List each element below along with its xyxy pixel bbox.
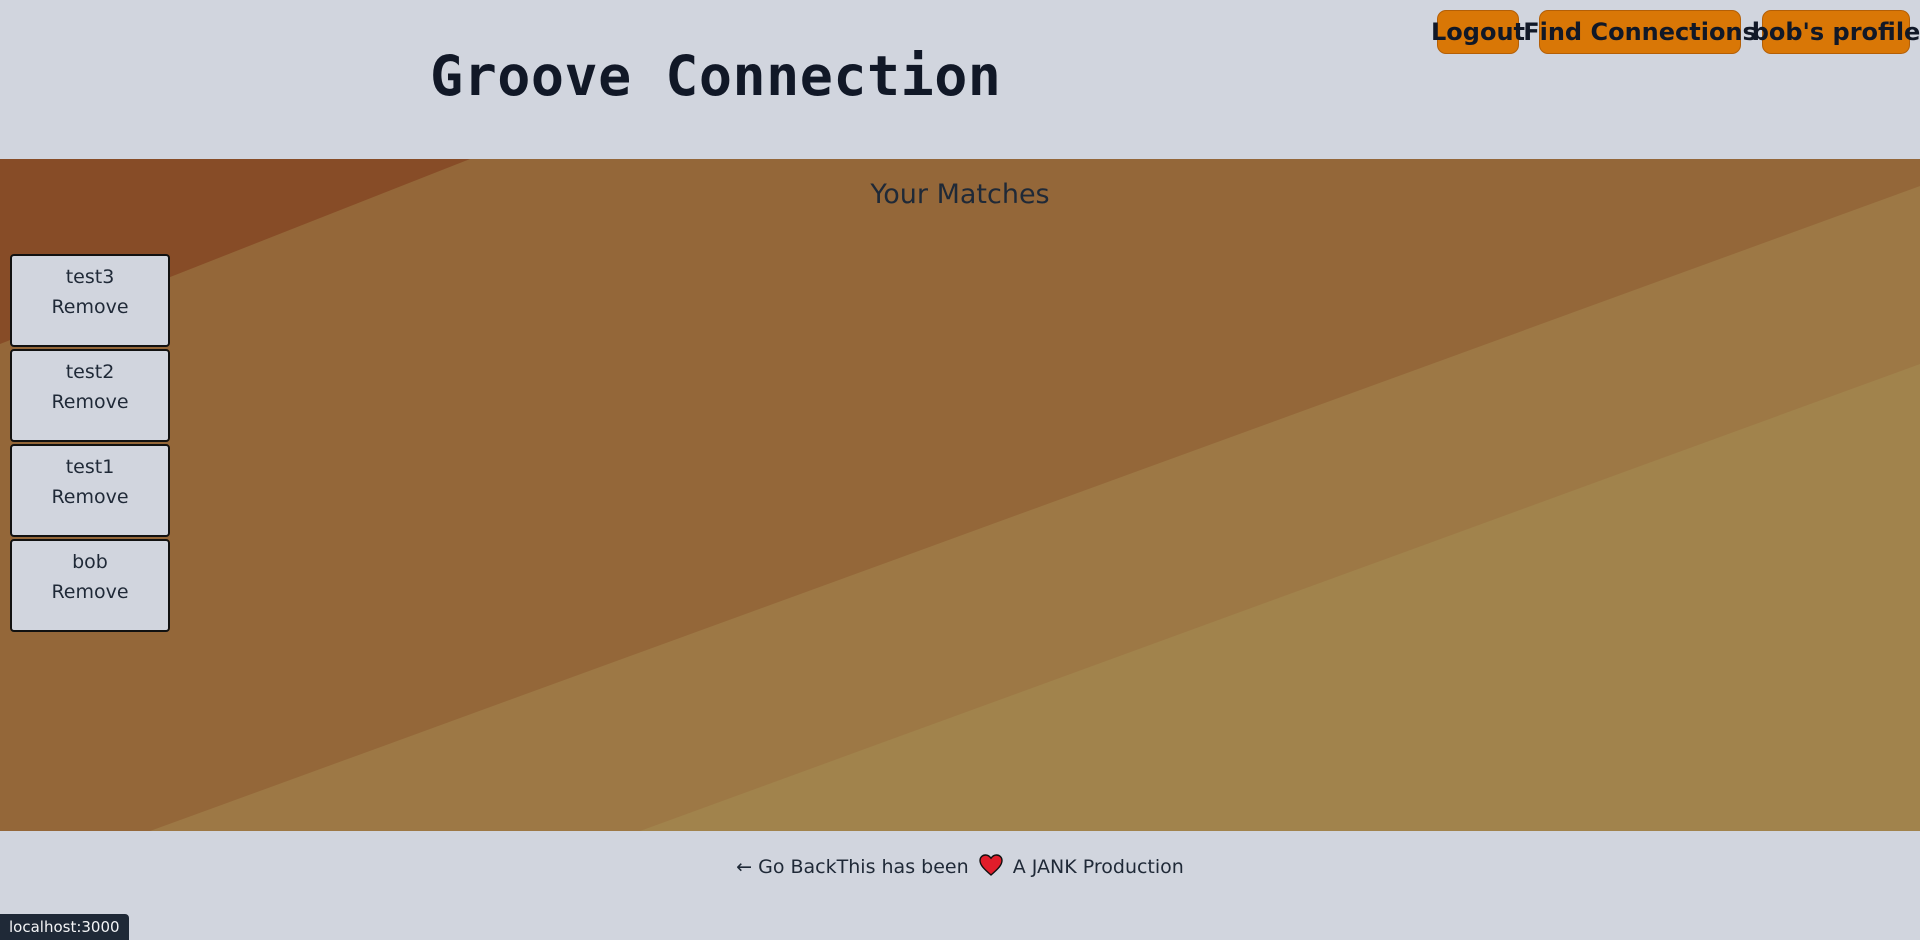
match-card: test3 Remove xyxy=(10,254,170,347)
remove-button[interactable]: Remove xyxy=(12,292,168,322)
matches-section: Your Matches test3 Remove test2 Remove t… xyxy=(0,159,1920,831)
site-title: Groove Connection xyxy=(430,44,1002,108)
match-name: test3 xyxy=(65,266,115,288)
status-url: localhost:3000 xyxy=(0,914,129,940)
credit-suffix: A JANK Production xyxy=(1012,856,1184,878)
footer-line: ← Go BackThis has been A JANK Production xyxy=(0,854,1920,881)
site-header: Groove Connection Logout Find Connection… xyxy=(0,0,1920,159)
match-card: bob Remove xyxy=(10,539,170,632)
heart-icon xyxy=(978,854,1003,881)
background-shapes xyxy=(0,159,1920,831)
matches-heading: Your Matches xyxy=(870,179,1050,210)
match-name: bob xyxy=(72,551,108,573)
remove-button[interactable]: Remove xyxy=(12,577,168,607)
profile-button[interactable]: bob's profile xyxy=(1752,10,1920,54)
match-name: test2 xyxy=(65,361,115,383)
credit-prefix: This has been xyxy=(836,856,969,878)
logout-button[interactable]: Logout xyxy=(1431,10,1525,54)
match-card: test1 Remove xyxy=(10,444,170,537)
site-footer: ← Go BackThis has been A JANK Production xyxy=(0,831,1920,940)
match-list: test3 Remove test2 Remove test1 Remove b… xyxy=(10,254,170,634)
find-connections-button[interactable]: Find Connections xyxy=(1523,10,1757,54)
go-back-link[interactable]: ← Go Back xyxy=(736,856,836,878)
match-card: test2 Remove xyxy=(10,349,170,442)
remove-button[interactable]: Remove xyxy=(12,387,168,417)
match-name: test1 xyxy=(65,456,115,478)
remove-button[interactable]: Remove xyxy=(12,482,168,512)
